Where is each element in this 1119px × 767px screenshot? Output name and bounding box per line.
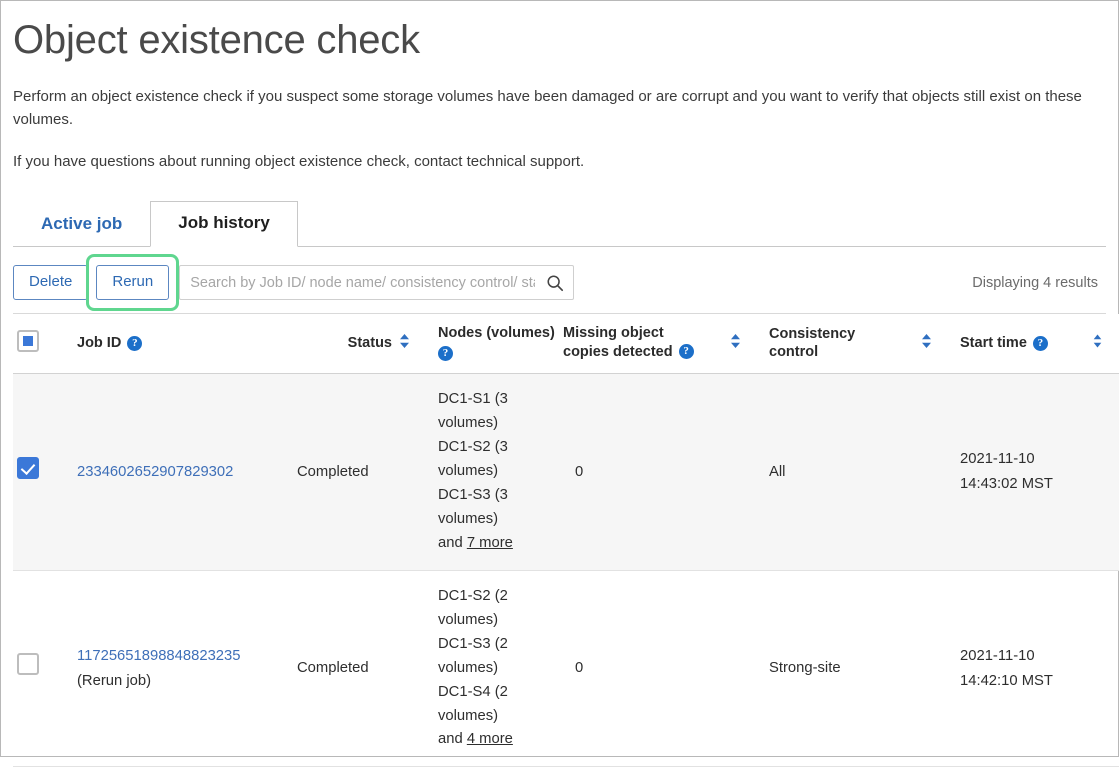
tab-bar: Active job Job history — [13, 201, 1106, 247]
cell-job-id: 2334602652907829302 — [73, 373, 293, 570]
nodes-line-1: DC1-S1 (3 — [438, 391, 508, 407]
sort-status-header — [398, 314, 434, 374]
support-paragraph: If you have questions about running obje… — [13, 150, 1106, 173]
job-rerun-note: (Rerun job) — [77, 669, 289, 693]
job-id-link[interactable]: 2334602652907829302 — [77, 464, 233, 480]
page-title: Object existence check — [13, 17, 1106, 63]
nodes-line-3: DC1-S3 (2 — [438, 636, 508, 652]
row-select-cell — [13, 373, 73, 570]
header-consistency-line1: Consistency — [769, 325, 916, 343]
help-icon-missing-copies[interactable]: ? — [679, 344, 694, 359]
header-status-label: Status — [348, 334, 392, 352]
tab-active-job[interactable]: Active job — [13, 202, 150, 246]
page-frame: Object existence check Perform an object… — [0, 0, 1119, 757]
header-missing-copies: Missing object copies detected ? — [559, 314, 729, 374]
results-count: Displaying 4 results — [972, 275, 1106, 291]
cell-status: Completed — [293, 373, 398, 570]
table-toolbar: Delete Rerun Displaying 4 results — [13, 263, 1106, 303]
cell-nodes: DC1-S1 (3 volumes) DC1-S2 (3 volumes) DC… — [434, 373, 559, 570]
nodes-line-5: DC1-S3 (3 — [438, 487, 508, 503]
intro-paragraph: Perform an object existence check if you… — [13, 85, 1088, 132]
header-consistency-control: Consistency control — [765, 314, 920, 374]
cell-consistency-spacer — [920, 570, 956, 767]
help-icon-nodes[interactable]: ? — [438, 346, 453, 361]
nodes-more-prefix: and — [438, 535, 467, 551]
job-history-table-wrapper: Job ID ? Status — [13, 313, 1106, 767]
sort-consistency-icon[interactable] — [920, 333, 933, 349]
nodes-more-link[interactable]: 4 more — [467, 731, 513, 747]
start-time: 14:43:02 MST — [960, 476, 1053, 492]
search-icon[interactable] — [546, 274, 564, 292]
header-job-id: Job ID ? — [73, 314, 293, 374]
search-input[interactable] — [179, 265, 574, 300]
row-checkbox[interactable] — [17, 653, 39, 675]
header-missing-line1: Missing object — [563, 324, 725, 342]
rerun-button-wrapper: Rerun — [96, 265, 169, 300]
start-date: 2021-11-10 — [960, 451, 1035, 467]
cell-missing-copies: 0 — [559, 373, 729, 570]
select-all-header — [13, 314, 73, 374]
job-history-table: Job ID ? Status — [13, 314, 1119, 767]
page-content: Object existence check Perform an object… — [1, 1, 1118, 767]
cell-start-spacer — [1091, 373, 1119, 570]
header-missing-line2: copies detected — [563, 343, 673, 361]
tab-job-history[interactable]: Job history — [150, 201, 298, 246]
nodes-line-4: volumes) — [438, 463, 498, 479]
cell-missing-spacer — [729, 570, 765, 767]
table-row[interactable]: 11725651898848823235 (Rerun job) Complet… — [13, 570, 1119, 767]
start-time: 14:42:10 MST — [960, 673, 1053, 689]
cell-status-spacer — [398, 570, 434, 767]
select-all-checkbox[interactable] — [17, 330, 39, 352]
job-id-link[interactable]: 11725651898848823235 — [77, 648, 241, 664]
header-nodes-label: Nodes (volumes) — [438, 325, 555, 341]
nodes-line-2: volumes) — [438, 612, 498, 628]
cell-start-time: 2021-11-10 14:42:10 MST — [956, 570, 1091, 767]
nodes-line-4: volumes) — [438, 660, 498, 676]
cell-start-spacer — [1091, 570, 1119, 767]
table-header-row: Job ID ? Status — [13, 314, 1119, 374]
row-select-cell — [13, 570, 73, 767]
nodes-more-prefix: and — [438, 731, 467, 747]
nodes-more-link[interactable]: 7 more — [467, 535, 513, 551]
header-consistency-line2: control — [769, 343, 916, 361]
rerun-button[interactable]: Rerun — [96, 265, 169, 300]
header-start-time: Start time ? — [956, 314, 1091, 374]
header-start-time-label: Start time — [960, 334, 1027, 352]
help-icon-job-id[interactable]: ? — [127, 336, 142, 351]
nodes-line-5: DC1-S4 (2 — [438, 684, 508, 700]
cell-missing-copies: 0 — [559, 570, 729, 767]
sort-consistency-header — [920, 314, 956, 374]
cell-missing-spacer — [729, 373, 765, 570]
nodes-line-2: volumes) — [438, 415, 498, 431]
nodes-line-6: volumes) — [438, 708, 498, 724]
cell-start-time: 2021-11-10 14:43:02 MST — [956, 373, 1091, 570]
help-icon-start-time[interactable]: ? — [1033, 336, 1048, 351]
cell-status-spacer — [398, 373, 434, 570]
nodes-line-1: DC1-S2 (2 — [438, 588, 508, 604]
header-status: Status — [293, 314, 398, 374]
table-body: 2334602652907829302 Completed DC1-S1 (3 … — [13, 373, 1119, 767]
header-job-id-label: Job ID — [77, 334, 121, 352]
nodes-line-6: volumes) — [438, 511, 498, 527]
header-nodes: Nodes (volumes) ? — [434, 314, 559, 374]
table-row[interactable]: 2334602652907829302 Completed DC1-S1 (3 … — [13, 373, 1119, 570]
start-date: 2021-11-10 — [960, 648, 1035, 664]
delete-button[interactable]: Delete — [13, 265, 88, 300]
sort-start-time-icon[interactable] — [1091, 333, 1104, 349]
cell-consistency-control: All — [765, 373, 920, 570]
nodes-line-3: DC1-S2 (3 — [438, 439, 508, 455]
cell-status: Completed — [293, 570, 398, 767]
sort-missing-icon[interactable] — [729, 333, 742, 349]
table-head: Job ID ? Status — [13, 314, 1119, 374]
sort-start-time-header — [1091, 314, 1119, 374]
search-box — [179, 265, 574, 300]
cell-consistency-control: Strong-site — [765, 570, 920, 767]
cell-nodes: DC1-S2 (2 volumes) DC1-S3 (2 volumes) DC… — [434, 570, 559, 767]
cell-job-id: 11725651898848823235 (Rerun job) — [73, 570, 293, 767]
cell-consistency-spacer — [920, 373, 956, 570]
sort-status-icon[interactable] — [398, 333, 411, 349]
sort-missing-header — [729, 314, 765, 374]
row-checkbox[interactable] — [17, 457, 39, 479]
